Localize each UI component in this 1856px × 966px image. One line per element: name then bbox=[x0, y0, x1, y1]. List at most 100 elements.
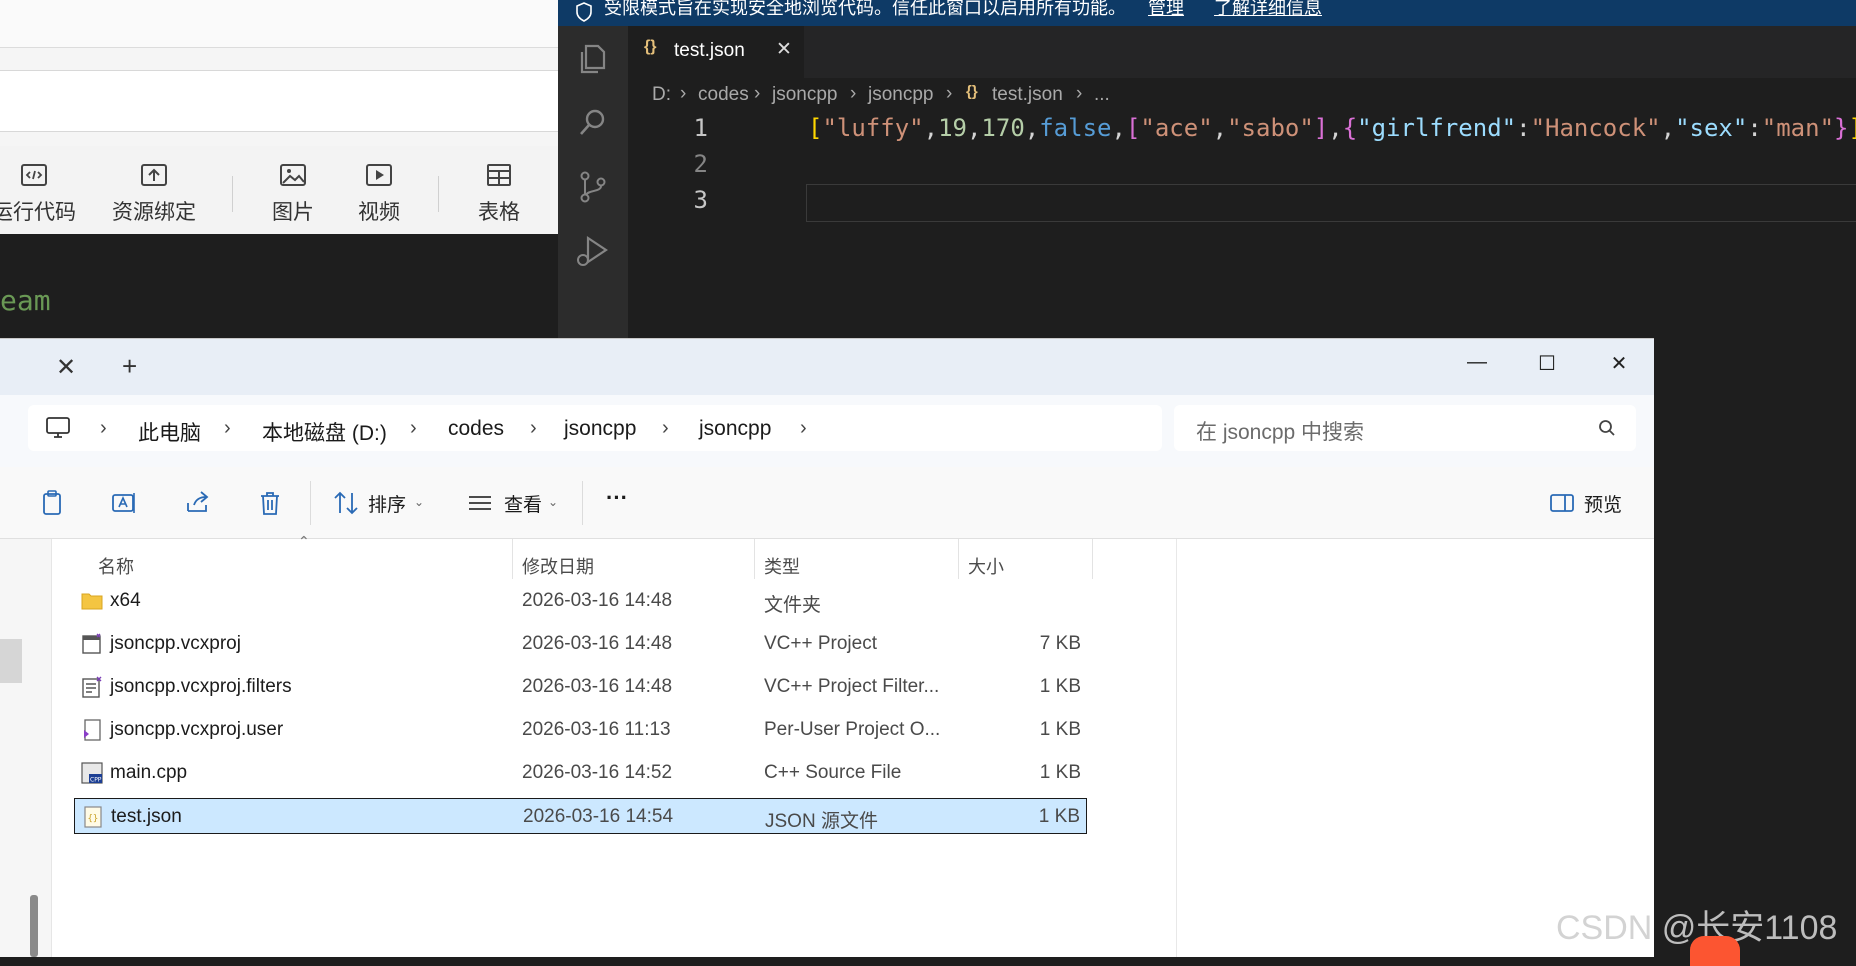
nav-selected-indicator bbox=[0, 639, 22, 683]
toolbar-divider bbox=[438, 176, 439, 212]
table-button[interactable]: 表格 bbox=[478, 160, 520, 226]
breadcrumb-item[interactable]: codes bbox=[698, 84, 749, 106]
run-code-button[interactable]: 运行代码 bbox=[0, 160, 76, 226]
breadcrumb-item[interactable]: ... bbox=[1094, 84, 1110, 106]
vscode-window: 受限模式旨在实现安全地浏览代码。信任此窗口以启用所有功能。 管理 了解详细信息 … bbox=[558, 0, 1856, 340]
file-row[interactable]: x64 2026-03-16 14:48 文件夹 bbox=[74, 583, 1087, 619]
image-label: 图片 bbox=[272, 201, 314, 224]
code-editor[interactable]: 1 2 3 ["luffy",19,170,false,["ace","sabo… bbox=[628, 112, 1856, 340]
sort-icon[interactable] bbox=[332, 489, 360, 517]
file-date: 2026-03-16 14:52 bbox=[522, 762, 673, 783]
view-icon[interactable] bbox=[466, 489, 494, 517]
more-options-icon[interactable]: ··· bbox=[606, 485, 628, 511]
command-bar: 排序 ⌄ 查看 ⌄ ··· 预览 bbox=[0, 467, 1654, 539]
navigation-pane[interactable] bbox=[0, 539, 52, 957]
run-code-label: 运行代码 bbox=[0, 201, 76, 224]
file-row[interactable]: jsoncpp.vcxproj 2026-03-16 14:48 VC++ Proj… bbox=[74, 626, 1087, 662]
breadcrumb-item[interactable]: test.json bbox=[992, 84, 1063, 106]
file-row[interactable]: jsoncpp.vcxproj.user 2026-03-16 11:13 Per-… bbox=[74, 712, 1087, 748]
close-button[interactable]: ✕ bbox=[1604, 351, 1634, 381]
search-icon[interactable] bbox=[1598, 419, 1616, 437]
rename-icon[interactable] bbox=[110, 489, 138, 517]
file-row[interactable]: CPP main.cpp 2026-03-16 14:52 C++ Source Fi… bbox=[74, 755, 1087, 791]
chevron-down-icon: ⌄ bbox=[548, 495, 559, 509]
file-size: 1 KB bbox=[1038, 806, 1080, 827]
column-header-type[interactable]: 类型 bbox=[764, 553, 800, 579]
run-debug-icon[interactable] bbox=[574, 232, 612, 270]
breadcrumb-local-disk[interactable]: 本地磁盘 (D:) bbox=[262, 417, 387, 447]
filters-icon bbox=[80, 675, 104, 699]
image-button[interactable]: 图片 bbox=[272, 160, 314, 226]
json-file-icon: {} bbox=[81, 805, 105, 829]
file-name: jsoncpp.vcxproj.user bbox=[110, 719, 284, 740]
tab-close-icon[interactable]: ✕ bbox=[56, 353, 76, 382]
json-file-icon: {} bbox=[644, 38, 657, 55]
breadcrumb-item[interactable]: D: bbox=[652, 84, 671, 106]
explorer-icon[interactable] bbox=[574, 40, 612, 78]
folder-icon bbox=[80, 589, 104, 613]
column-divider bbox=[754, 539, 755, 579]
file-row[interactable]: {} test.json 2026-03-16 14:54 JSON 源文件 1 KB bbox=[74, 798, 1087, 834]
code-token: , bbox=[1111, 114, 1126, 142]
column-divider bbox=[958, 539, 959, 579]
explorer-title-bar: ✕ + — ☐ ✕ bbox=[0, 339, 1654, 395]
minimize-button[interactable]: — bbox=[1462, 351, 1492, 381]
column-headers: 名称 ⌃ 修改日期 类型 大小 bbox=[52, 533, 1176, 579]
line-number: 2 bbox=[693, 150, 708, 178]
video-button[interactable]: 视频 bbox=[358, 160, 400, 226]
learn-more-link[interactable]: 了解详细信息 bbox=[1214, 0, 1322, 20]
code-token: : bbox=[1747, 114, 1762, 142]
breadcrumb-item[interactable]: jsoncpp bbox=[868, 84, 934, 106]
column-header-name[interactable]: 名称 bbox=[98, 553, 134, 579]
code-fragment: eam bbox=[0, 284, 51, 317]
share-icon[interactable] bbox=[184, 489, 212, 517]
file-date: 2026-03-16 11:13 bbox=[522, 719, 671, 740]
svg-text:CPP: CPP bbox=[90, 777, 102, 784]
preview-pane-icon[interactable] bbox=[1548, 489, 1576, 517]
chevron-right-icon: › bbox=[530, 417, 537, 439]
breadcrumb-jsoncpp[interactable]: jsoncpp bbox=[564, 417, 636, 441]
delete-icon[interactable] bbox=[256, 489, 284, 517]
search-input[interactable]: 在 jsoncpp 中搜索 bbox=[1174, 405, 1636, 451]
chevron-right-icon: › bbox=[680, 83, 687, 104]
new-tab-button[interactable]: + bbox=[122, 351, 137, 382]
resource-bind-button[interactable]: 资源绑定 bbox=[112, 160, 196, 226]
preview-button[interactable]: 预览 bbox=[1584, 490, 1622, 517]
tab-close-icon[interactable]: ✕ bbox=[776, 38, 792, 61]
editor-input-bar[interactable] bbox=[0, 70, 558, 132]
code-token: { bbox=[1342, 114, 1358, 142]
maximize-button[interactable]: ☐ bbox=[1532, 351, 1562, 381]
file-type: Per-User Project O... bbox=[764, 719, 941, 740]
breadcrumb-this-pc[interactable]: 此电脑 bbox=[138, 417, 201, 447]
code-token: , bbox=[1024, 114, 1040, 142]
code-token: "sex" bbox=[1675, 114, 1748, 142]
chevron-right-icon: › bbox=[100, 417, 107, 439]
paste-icon[interactable] bbox=[38, 489, 66, 517]
code-token: "luffy" bbox=[822, 114, 924, 142]
column-header-size[interactable]: 大小 bbox=[968, 553, 1004, 579]
editor-code-area[interactable]: eam bbox=[0, 234, 558, 340]
breadcrumb-item[interactable]: jsoncpp bbox=[772, 84, 838, 106]
code-token: "sabo" bbox=[1227, 114, 1314, 142]
background-editor-window: 运行代码 资源绑定 图片 视频 表格 eam bbox=[0, 0, 558, 340]
file-list-area: 名称 ⌃ 修改日期 类型 大小 x64 2026-03-16 14:48 文件夹 js… bbox=[0, 533, 1654, 957]
file-row[interactable]: jsoncpp.vcxproj.filters 2026-03-16 14:48 V… bbox=[74, 669, 1087, 705]
manage-link[interactable]: 管理 bbox=[1148, 0, 1184, 20]
tab-test-json[interactable]: {} test.json ✕ bbox=[628, 26, 804, 78]
search-icon[interactable] bbox=[574, 104, 612, 142]
code-token: } bbox=[1834, 114, 1849, 142]
command-divider bbox=[582, 481, 583, 525]
chevron-right-icon: › bbox=[946, 83, 953, 104]
source-control-icon[interactable] bbox=[574, 168, 612, 206]
scrollbar-thumb[interactable] bbox=[30, 895, 38, 957]
breadcrumb-jsoncpp[interactable]: jsoncpp bbox=[699, 417, 771, 441]
breadcrumb-codes[interactable]: codes bbox=[448, 417, 504, 441]
file-type: VC++ Project Filter... bbox=[764, 676, 940, 697]
address-bar[interactable]: › 此电脑 › 本地磁盘 (D:) › codes › jsoncpp › js… bbox=[28, 405, 1162, 451]
shield-icon bbox=[576, 2, 592, 22]
code-token: , bbox=[1212, 114, 1228, 142]
sort-button[interactable]: 排序 bbox=[368, 490, 406, 517]
column-header-date[interactable]: 修改日期 bbox=[522, 553, 594, 579]
file-date: 2026-03-16 14:48 bbox=[522, 633, 673, 654]
view-button[interactable]: 查看 bbox=[504, 490, 542, 517]
